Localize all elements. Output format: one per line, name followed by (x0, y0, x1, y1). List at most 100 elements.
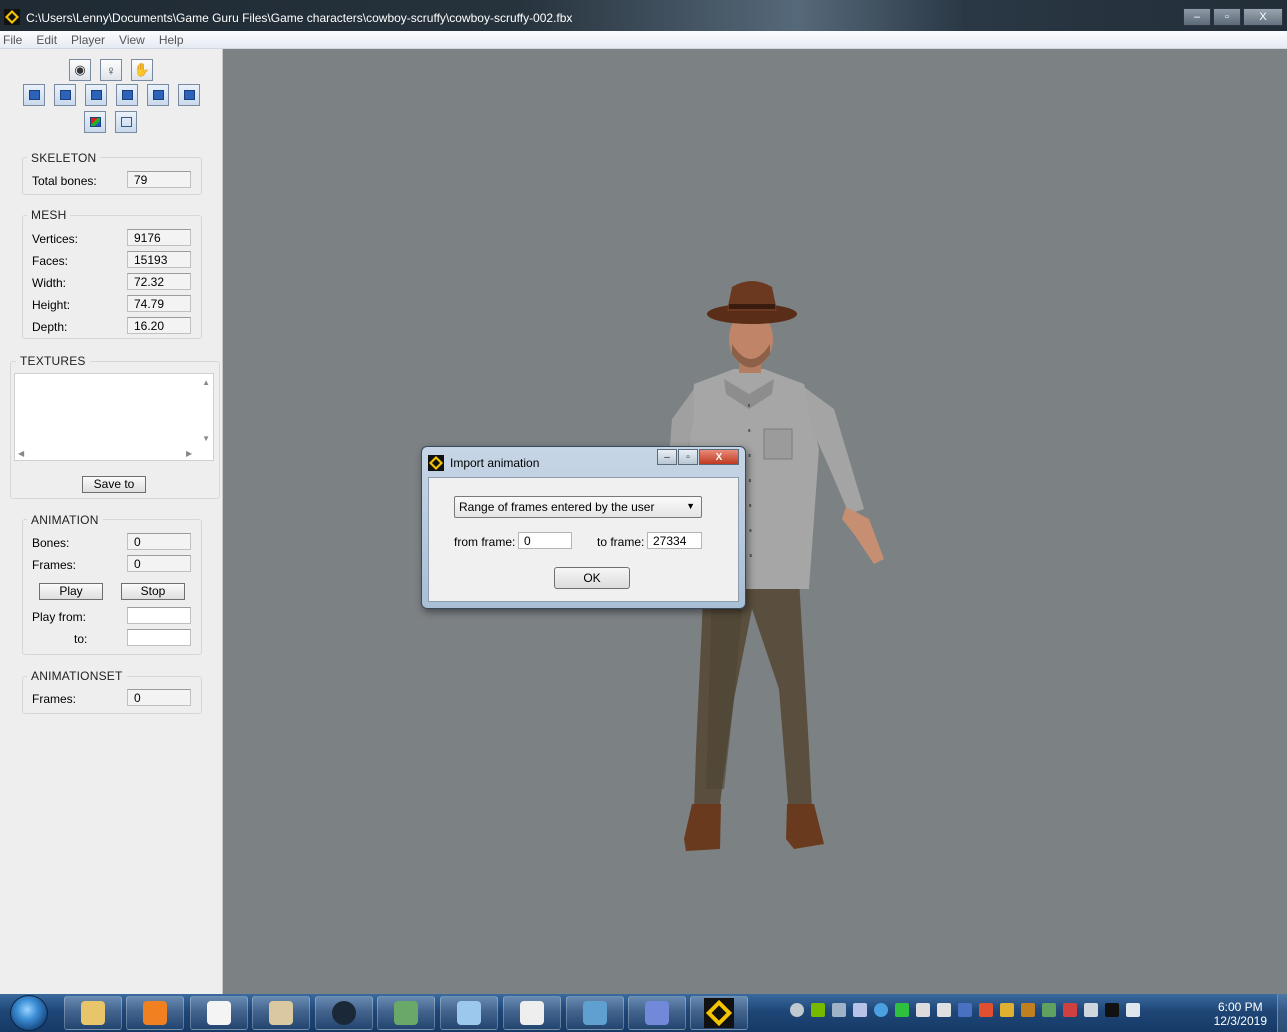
bones-field: 0 (127, 533, 191, 550)
network-tray-icon[interactable] (832, 1003, 846, 1017)
dialog-title: Import animation (450, 456, 540, 470)
dialog-maximize-button[interactable]: ▫ (678, 449, 698, 465)
nvidia-tray-icon[interactable] (811, 1003, 825, 1017)
stop-button[interactable]: Stop (121, 583, 185, 600)
files-taskbar-button[interactable] (503, 996, 561, 1030)
tool-row-1: ◉ ♀ ✋ (69, 59, 162, 81)
properties-panel: ◉ ♀ ✋ SKELETON Total bones: 79 MESH Vert… (0, 49, 223, 994)
close-button[interactable]: X (1243, 8, 1283, 26)
bug-tray-icon[interactable] (1021, 1003, 1035, 1017)
dialog-window-controls: – ▫ X (656, 449, 739, 465)
cube-bottom-icon[interactable] (178, 84, 200, 106)
play-from-input[interactable] (127, 607, 191, 624)
menu-view[interactable]: View (119, 33, 145, 47)
scroll-down-icon[interactable]: ▼ (202, 434, 210, 443)
action-center-icon[interactable] (1084, 1003, 1098, 1017)
start-button[interactable] (10, 995, 48, 1031)
z-tray-icon[interactable] (916, 1003, 930, 1017)
cube-top-icon[interactable] (116, 84, 138, 106)
to-frame-label: to frame: (597, 535, 645, 549)
discord-tray-icon[interactable] (853, 1003, 867, 1017)
vertices-field: 9176 (127, 229, 191, 246)
monitor-tray-icon[interactable] (1105, 1003, 1119, 1017)
width-label: Width: (32, 276, 67, 290)
menu-player[interactable]: Player (71, 33, 105, 47)
save-to-button[interactable]: Save to (82, 476, 146, 493)
notepad-taskbar-button[interactable] (190, 996, 248, 1030)
steam-tray-icon[interactable] (790, 1003, 804, 1017)
depth-label: Depth: (32, 320, 68, 334)
textures-title: TEXTURES (16, 354, 90, 368)
cube-color-icon[interactable] (84, 111, 106, 133)
import-mode-value: Range of frames entered by the user (459, 500, 655, 514)
cube-back-icon[interactable] (147, 84, 169, 106)
menu-help[interactable]: Help (159, 33, 184, 47)
light-icon[interactable]: ♀ (100, 59, 122, 81)
windows-tray-icon[interactable] (979, 1003, 993, 1017)
cube-left-icon[interactable] (54, 84, 76, 106)
depth-field: 16.20 (127, 317, 191, 334)
to-label: to: (74, 632, 88, 646)
mail-tray-icon[interactable] (958, 1003, 972, 1017)
steam-taskbar-button[interactable] (315, 996, 373, 1030)
cube-front-icon[interactable] (23, 84, 45, 106)
dialog-minimize-button[interactable]: – (657, 449, 677, 465)
3d-viewport[interactable] (224, 49, 1287, 994)
control-panel-taskbar-button[interactable] (440, 996, 498, 1030)
clock[interactable]: 6:00 PM 12/3/2019 (1214, 1000, 1267, 1028)
menu-file[interactable]: File (3, 33, 22, 47)
discord-taskbar-button[interactable] (628, 996, 686, 1030)
green-tray-icon[interactable] (895, 1003, 909, 1017)
animation-title: ANIMATION (27, 513, 103, 527)
dialog-body: Range of frames entered by the user ▼ fr… (428, 477, 739, 602)
security-tray-icon[interactable] (1063, 1003, 1077, 1017)
play-from-label: Play from: (32, 610, 87, 624)
scroll-left-icon[interactable]: ◀ (18, 449, 24, 458)
screen-taskbar-button[interactable] (566, 996, 624, 1030)
maximize-button[interactable]: ▫ (1213, 8, 1241, 26)
faces-label: Faces: (32, 254, 69, 268)
system-tray (790, 1003, 1147, 1017)
play-to-input[interactable] (127, 629, 191, 646)
minimize-button[interactable]: – (1183, 8, 1211, 26)
gameguru-icon (4, 9, 20, 25)
explorer-taskbar-button[interactable] (64, 996, 122, 1030)
menu-edit[interactable]: Edit (36, 33, 57, 47)
paint-taskbar-button[interactable] (252, 996, 310, 1030)
flag-tray-icon[interactable] (937, 1003, 951, 1017)
window-controls: – ▫ X (1181, 8, 1283, 26)
dialog-close-button[interactable]: X (699, 449, 739, 465)
window-title: C:\Users\Lenny\Documents\Game Guru Files… (26, 11, 573, 25)
textures-list[interactable]: ▲ ▼ (14, 373, 214, 461)
ok-button[interactable]: OK (554, 567, 630, 589)
cube-wire-icon[interactable] (115, 111, 137, 133)
frames-field: 0 (127, 555, 191, 572)
total-bones-field: 79 (127, 171, 191, 188)
volume-icon[interactable] (1126, 1003, 1140, 1017)
gameguru-taskbar-button[interactable] (690, 996, 748, 1030)
frames-label: Frames: (32, 558, 77, 572)
media-player-taskbar-button[interactable] (126, 996, 184, 1030)
to-frame-input[interactable]: 27334 (647, 532, 702, 549)
image-tray-icon[interactable] (1000, 1003, 1014, 1017)
display-taskbar-button[interactable] (377, 996, 435, 1030)
usb-tray-icon[interactable] (1042, 1003, 1056, 1017)
scroll-up-icon[interactable]: ▲ (202, 378, 210, 387)
horizontal-scrollbar[interactable]: ◀ ▶ (14, 449, 200, 461)
animationset-frames-label: Frames: (32, 692, 77, 706)
height-label: Height: (32, 298, 71, 312)
tool-row-2 (23, 84, 209, 106)
from-frame-input[interactable]: 0 (518, 532, 572, 549)
cube-right-icon[interactable] (85, 84, 107, 106)
faces-field: 15193 (127, 251, 191, 268)
tool-row-3 (84, 111, 146, 133)
import-mode-select[interactable]: Range of frames entered by the user ▼ (454, 496, 702, 518)
eye-icon[interactable]: ◉ (69, 59, 91, 81)
show-desktop-button[interactable] (1277, 994, 1287, 1032)
scroll-right-icon[interactable]: ▶ (186, 449, 192, 458)
from-frame-label: from frame: (454, 535, 516, 549)
hand-icon[interactable]: ✋ (131, 59, 153, 81)
cloud-tray-icon[interactable] (874, 1003, 888, 1017)
control-panel-icon (457, 1001, 481, 1025)
play-button[interactable]: Play (39, 583, 103, 600)
